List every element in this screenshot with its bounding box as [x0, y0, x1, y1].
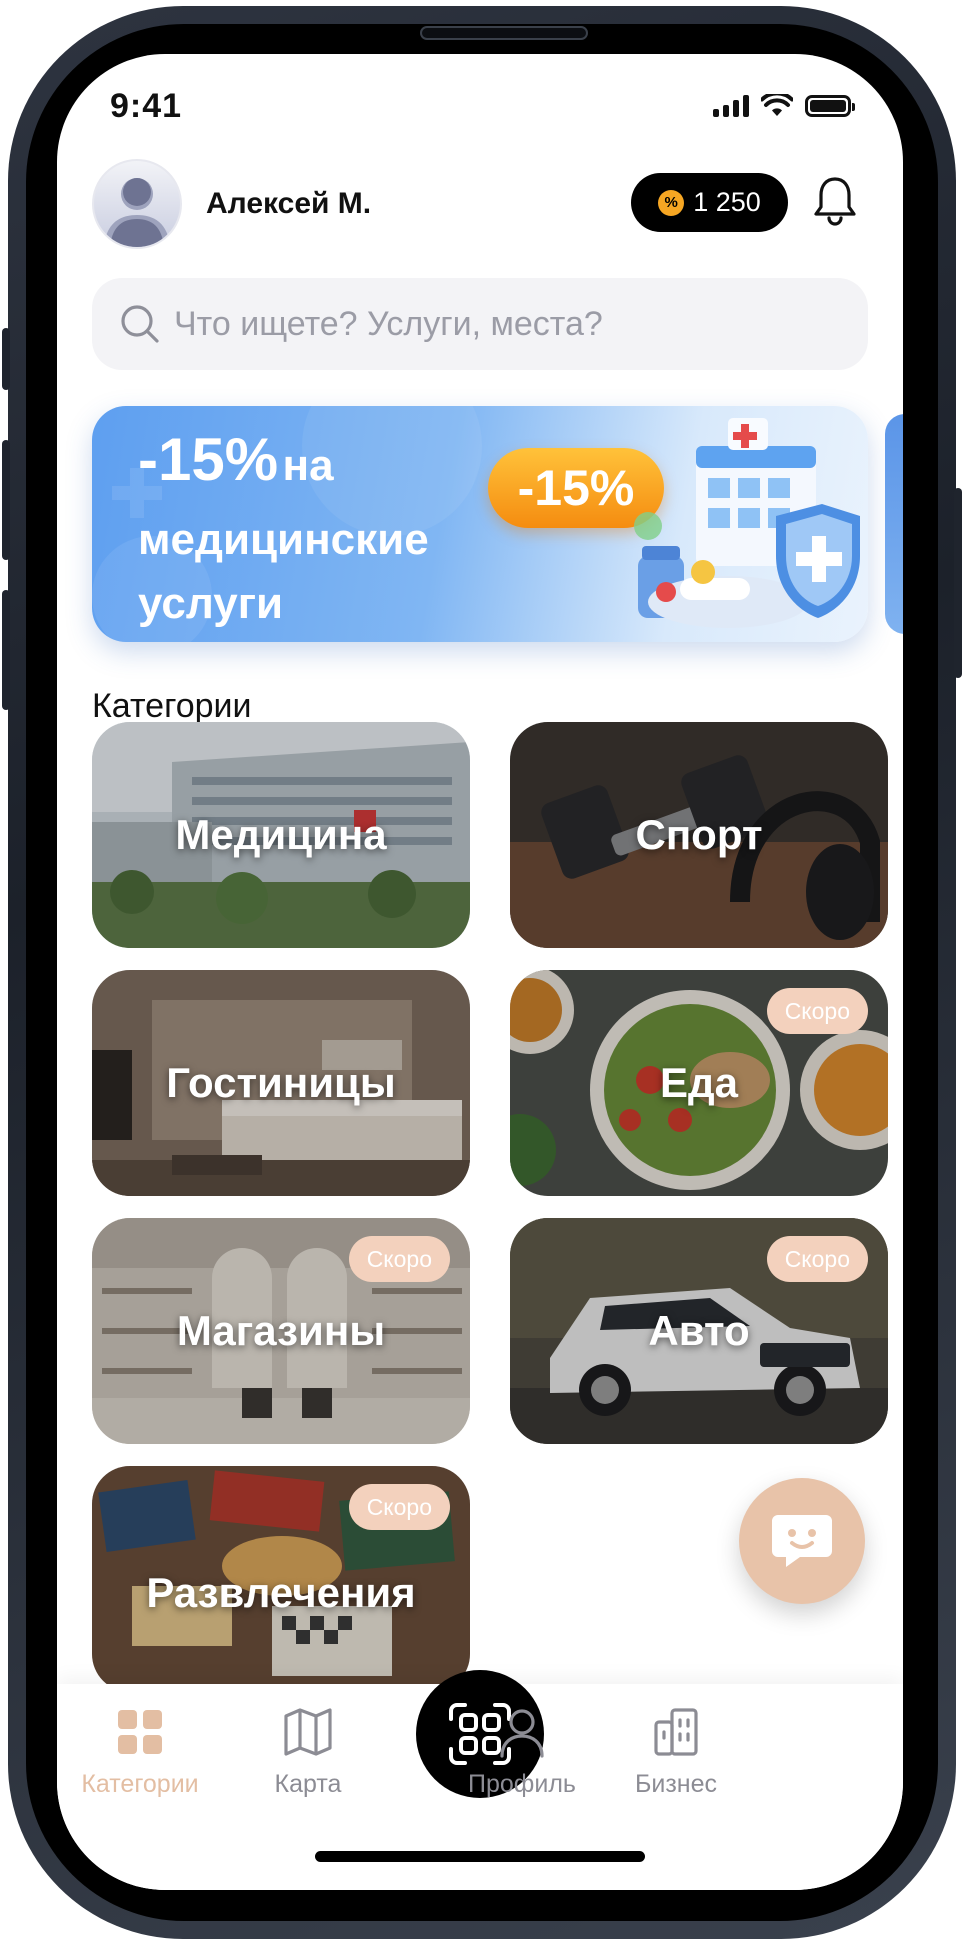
banner-preposition: на	[282, 441, 334, 490]
home-indicator[interactable]	[315, 1851, 645, 1862]
status-time: 9:41	[110, 87, 183, 125]
banner-discount: -15%	[138, 426, 279, 493]
search-bar[interactable]	[92, 278, 868, 370]
chat-bubble-icon	[772, 1515, 832, 1567]
banner-line-2: медицинские	[138, 515, 429, 564]
soon-badge: Скоро	[766, 988, 868, 1034]
wifi-icon	[761, 94, 793, 116]
cellular-signal-icon	[713, 95, 749, 117]
category-tile-auto[interactable]: Авто Скоро	[510, 1218, 888, 1444]
category-tile-medicine[interactable]: Медицина	[92, 722, 470, 948]
category-label: Гостиницы	[166, 1059, 396, 1106]
avatar[interactable]	[92, 159, 182, 249]
tab-label: Карта	[274, 1770, 342, 1798]
category-label: Магазины	[176, 1307, 386, 1354]
category-tile-sport[interactable]: Спорт	[510, 722, 888, 948]
tab-map[interactable]: Карта	[233, 1704, 383, 1799]
points-balance[interactable]: % 1 250	[631, 173, 788, 232]
user-silhouette-icon	[104, 178, 170, 247]
bell-icon[interactable]	[811, 174, 859, 226]
tab-profile[interactable]: Профиль	[447, 1704, 597, 1799]
banner-line-3: услуги	[138, 579, 284, 628]
screen: 9:41 Алексей М. % 1 250 Что ищете? Услуг…	[57, 54, 903, 1890]
power-button	[954, 488, 962, 678]
category-label: Спорт	[635, 811, 763, 858]
promo-banner[interactable]: -15% на медицинские услуги -15%	[92, 406, 868, 642]
category-label: Медицина	[175, 811, 387, 858]
user-icon	[500, 1709, 544, 1758]
map-icon	[284, 1708, 332, 1756]
user-name[interactable]: Алексей М.	[206, 187, 371, 221]
category-label: Развлечения	[146, 1568, 416, 1616]
soon-badge: Скоро	[348, 1236, 450, 1282]
search-input[interactable]	[172, 303, 816, 345]
battery-icon	[805, 95, 855, 117]
next-banner-peek[interactable]	[885, 414, 903, 634]
categories-title: Категории	[92, 687, 252, 725]
category-tile-hotels[interactable]: Гостиницы	[92, 970, 470, 1196]
volume-down-button	[2, 590, 10, 710]
status-icons	[713, 94, 855, 118]
category-tile-food[interactable]: Еда Скоро	[510, 970, 888, 1196]
building-icon	[654, 1708, 698, 1756]
banner-headline: -15% на медицинские услуги	[138, 428, 429, 636]
side-button	[2, 328, 10, 390]
volume-up-button	[2, 440, 10, 560]
tab-label: Профиль	[468, 1770, 576, 1798]
chat-button[interactable]	[739, 1478, 865, 1604]
category-tile-entertainment[interactable]: Развлечения Скоро	[92, 1466, 470, 1692]
soon-badge: Скоро	[348, 1484, 450, 1530]
points-value: 1 250	[693, 187, 761, 217]
search-icon	[121, 305, 159, 343]
category-label: Авто	[648, 1307, 750, 1354]
hospital-illustration	[634, 418, 860, 628]
category-label: Еда	[659, 1059, 739, 1106]
category-tile-shops[interactable]: Магазины Скоро	[92, 1218, 470, 1444]
tab-label: Категории	[81, 1770, 199, 1798]
discount-coin-icon: %	[658, 189, 685, 216]
tab-label: Бизнес	[634, 1770, 718, 1798]
tab-categories[interactable]: Категории	[65, 1704, 215, 1799]
grid-icon	[118, 1710, 162, 1754]
tab-business[interactable]: Бизнес	[601, 1704, 751, 1799]
speaker-grille	[420, 26, 588, 40]
soon-badge: Скоро	[766, 1236, 868, 1282]
